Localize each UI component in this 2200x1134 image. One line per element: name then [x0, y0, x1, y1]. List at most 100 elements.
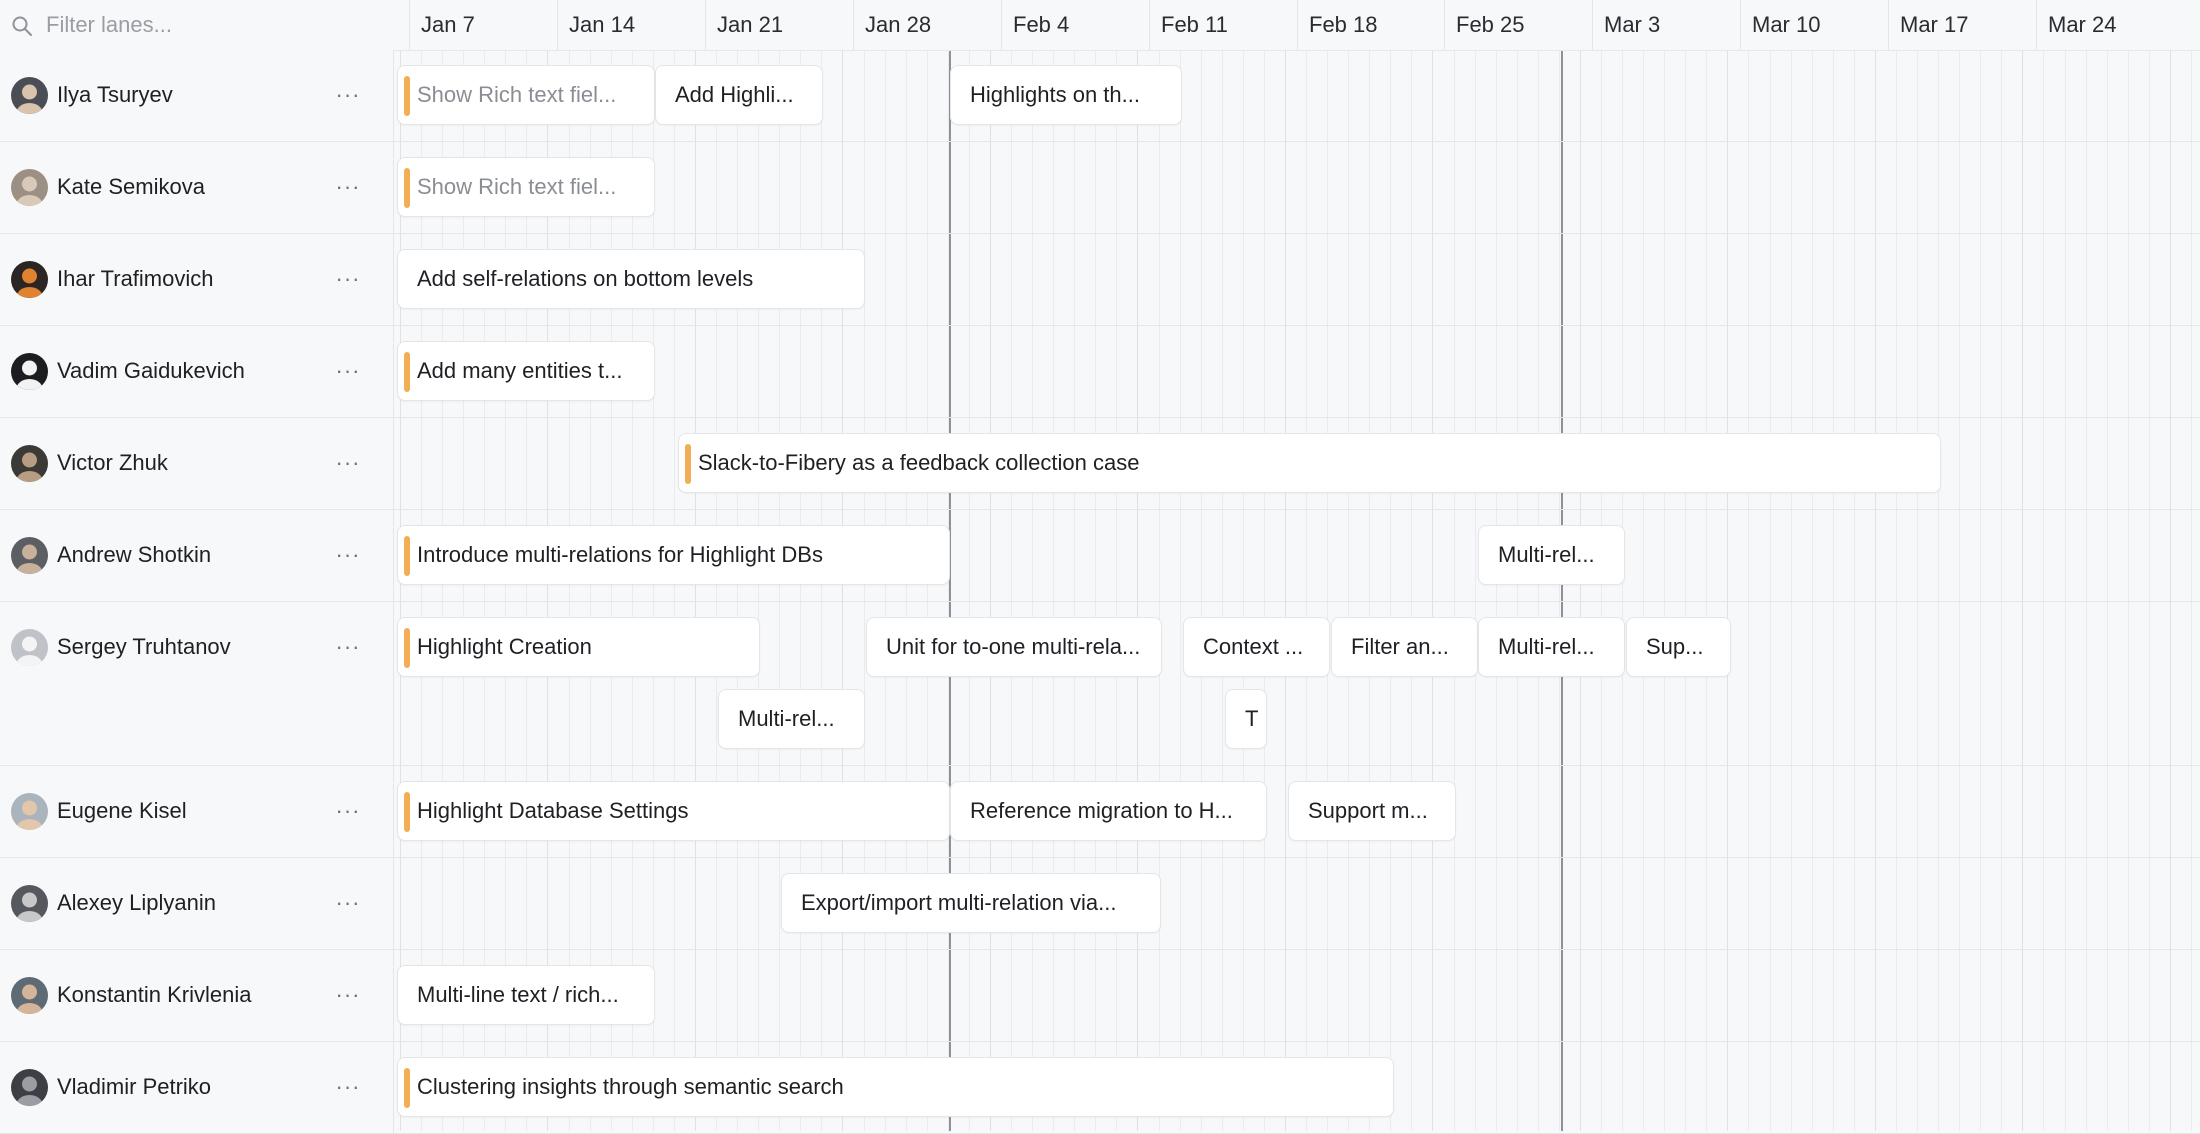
date-separator [853, 0, 854, 50]
day-gridline [1137, 50, 1139, 1131]
day-gridline [1664, 50, 1666, 1131]
day-gridline [905, 50, 907, 1131]
card-accent-bar [404, 536, 410, 576]
timeline-card[interactable]: Multi-rel... [718, 689, 865, 749]
card-title: Add Highli... [675, 82, 794, 107]
timeline-card[interactable]: Show Rich text fiel... [397, 65, 655, 125]
timeline-card[interactable]: Add Highli... [655, 65, 823, 125]
card-title: T. [1245, 706, 1258, 731]
lane-header: Eugene Kisel ··· [0, 766, 394, 857]
timeline-card[interactable]: Clustering insights through semantic sea… [397, 1057, 1394, 1117]
card-title: Multi-rel... [1498, 542, 1595, 567]
lane-more-menu-icon[interactable]: ··· [333, 448, 363, 478]
card-accent-bar [404, 1068, 410, 1108]
lane-name: Ilya Tsuryev [57, 82, 173, 107]
timeline-header: Jan 7 Jan 14 Jan 21 Jan 28 Feb 4 Feb 11 Feb 18… [0, 0, 2200, 51]
lane-more-menu-icon[interactable]: ··· [333, 172, 363, 202]
day-gridline [1221, 50, 1223, 1131]
date-separator [557, 0, 558, 50]
day-gridline [2169, 50, 2171, 1131]
lane-separator [0, 765, 2200, 766]
card-title: Filter an... [1351, 634, 1449, 659]
day-gridline [1390, 50, 1392, 1131]
avatar [11, 537, 48, 574]
lane-more-menu-icon[interactable]: ··· [333, 796, 363, 826]
card-title: Context ... [1203, 634, 1304, 659]
lane-more-menu-icon[interactable]: ··· [333, 888, 363, 918]
lane-more-menu-icon[interactable]: ··· [333, 1072, 363, 1102]
lane-more-menu-icon[interactable]: ··· [333, 80, 363, 110]
timeline-card[interactable]: Add many entities t... [397, 341, 655, 401]
date-separator [1888, 0, 1889, 50]
date-marker-line [1561, 50, 1563, 1131]
timeline-card[interactable]: Highlight Creation [397, 617, 760, 677]
timeline-card[interactable]: Filter an... [1331, 617, 1478, 677]
timeline-card[interactable]: Highlight Database Settings [397, 781, 950, 841]
card-title: Unit for to-one multi-rela... [886, 634, 1141, 659]
timeline-card[interactable]: Unit for to-one multi-rela... [866, 617, 1162, 677]
date-column-label: Mar 10 [1752, 12, 1821, 37]
date-marker-line [949, 50, 951, 1131]
day-gridline [1158, 50, 1160, 1131]
day-gridline [1832, 50, 1834, 1131]
timeline-card[interactable]: Introduce multi-relations for Highlight … [397, 525, 950, 585]
lane-name: Vadim Gaidukevich [57, 358, 245, 383]
lane-separator [0, 233, 2200, 234]
day-gridline [2127, 50, 2129, 1131]
lane-header: Andrew Shotkin ··· [0, 510, 394, 601]
date-separator [1297, 0, 1298, 50]
day-gridline [1074, 50, 1076, 1131]
day-gridline [1200, 50, 1202, 1131]
card-title: Clustering insights through semantic sea… [417, 1074, 844, 1099]
timeline-card[interactable]: Support m... [1288, 781, 1456, 841]
date-separator [409, 0, 410, 50]
card-title: Export/import multi-relation via... [801, 890, 1117, 915]
day-gridline [1516, 50, 1518, 1131]
day-gridline [1432, 50, 1434, 1131]
day-gridline [1959, 50, 1961, 1131]
day-gridline [716, 50, 718, 1131]
day-gridline [863, 50, 865, 1131]
day-gridline [1790, 50, 1792, 1131]
date-column-label: Mar 17 [1900, 12, 1969, 37]
card-title: Add many entities t... [417, 358, 623, 383]
day-gridline [2022, 50, 2024, 1131]
card-title: Sup... [1646, 634, 1704, 659]
day-gridline [1558, 50, 1560, 1131]
card-title: Multi-rel... [1498, 634, 1595, 659]
timeline-card[interactable]: Add self-relations on bottom levels [397, 249, 865, 309]
timeline-card[interactable]: Multi-rel... [1478, 617, 1625, 677]
timeline-card[interactable]: Show Rich text fiel... [397, 157, 655, 217]
lane-more-menu-icon[interactable]: ··· [333, 264, 363, 294]
lane-separator [0, 949, 2200, 950]
timeline-card[interactable]: Export/import multi-relation via... [781, 873, 1161, 933]
card-accent-bar [404, 168, 410, 208]
filter-lanes-input[interactable] [46, 9, 406, 41]
lane-name: Konstantin Krivlenia [57, 982, 252, 1007]
card-accent-bar [404, 352, 410, 392]
day-gridline [1811, 50, 1813, 1131]
lane-more-menu-icon[interactable]: ··· [333, 356, 363, 386]
day-gridline [800, 50, 802, 1131]
lane-header: Ilya Tsuryev ··· [0, 50, 394, 141]
day-gridline [779, 50, 781, 1131]
day-gridline [1011, 50, 1013, 1131]
lane-header: Victor Zhuk ··· [0, 418, 394, 509]
card-title: Highlight Database Settings [417, 798, 689, 823]
day-gridline [1622, 50, 1624, 1131]
timeline-card[interactable]: Slack-to-Fibery as a feedback collection… [678, 433, 1941, 493]
day-gridline [1853, 50, 1855, 1131]
timeline-card[interactable]: Highlights on th... [950, 65, 1182, 125]
lane-more-menu-icon[interactable]: ··· [333, 632, 363, 662]
day-gridline [1263, 50, 1265, 1131]
timeline-card[interactable]: Context ... [1183, 617, 1330, 677]
timeline-card[interactable]: Sup... [1626, 617, 1731, 677]
timeline-card[interactable]: T. [1225, 689, 1267, 749]
lane-more-menu-icon[interactable]: ··· [333, 540, 363, 570]
day-gridline [1748, 50, 1750, 1131]
timeline-card[interactable]: Reference migration to H... [950, 781, 1267, 841]
timeline-card[interactable]: Multi-rel... [1478, 525, 1625, 585]
lane-more-menu-icon[interactable]: ··· [333, 980, 363, 1010]
timeline-card[interactable]: Multi-line text / rich... [397, 965, 655, 1025]
day-gridline [2148, 50, 2150, 1131]
